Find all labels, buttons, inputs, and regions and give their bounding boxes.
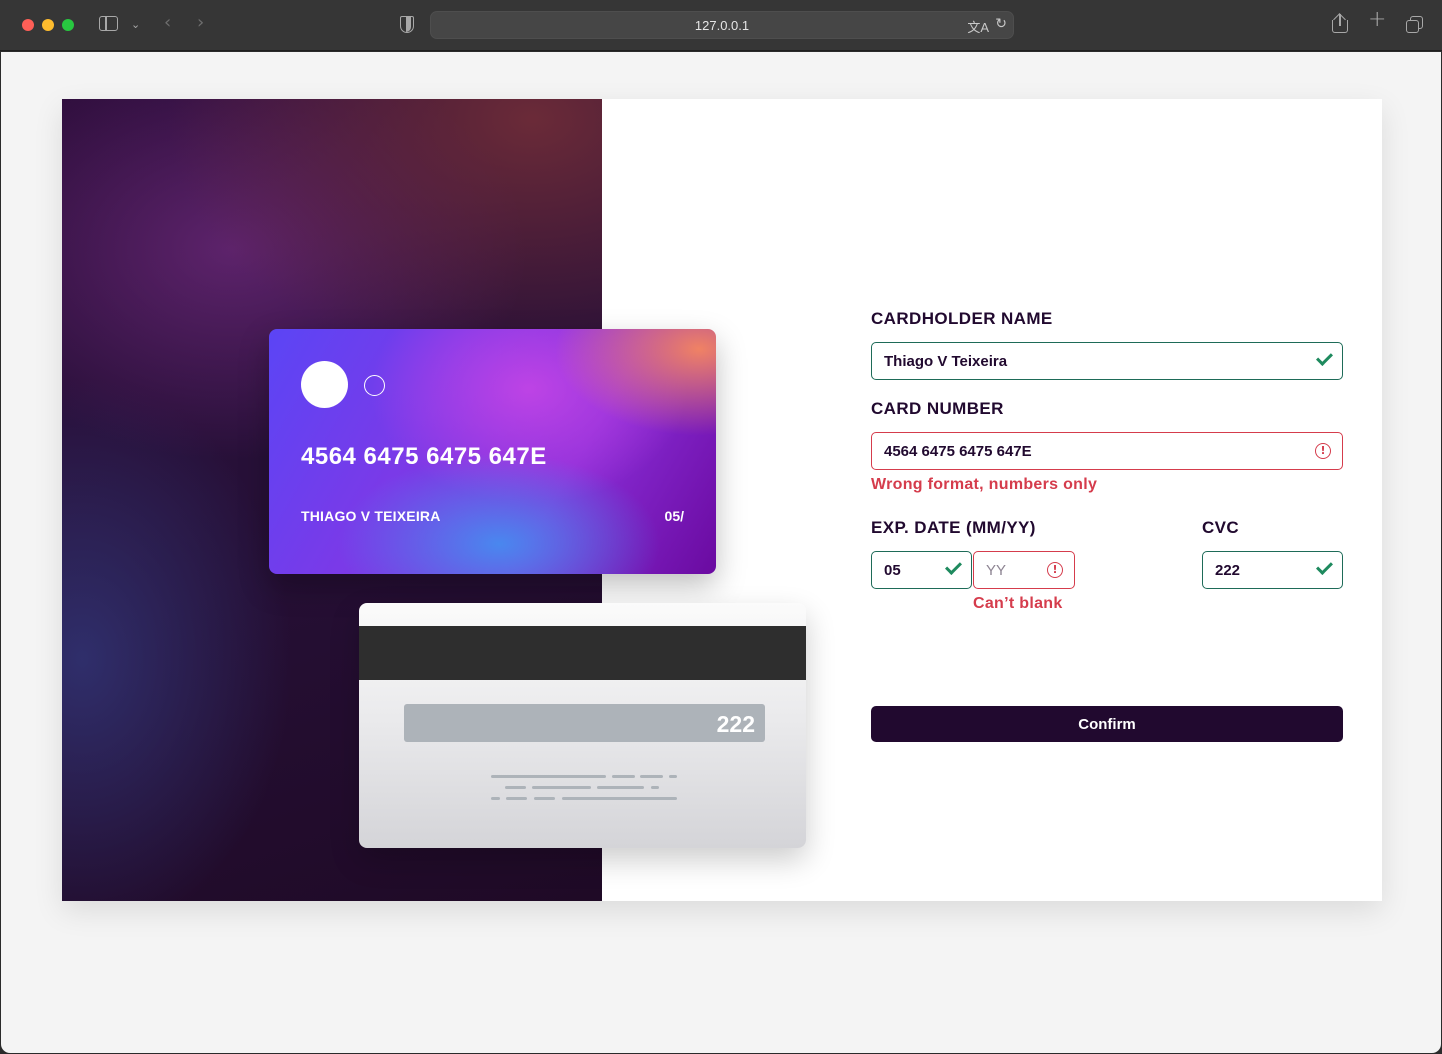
card-number-input[interactable] xyxy=(872,433,1342,469)
card-back-fine-print xyxy=(491,775,677,778)
zoom-window-button[interactable] xyxy=(62,19,74,31)
card-front-expiry: 05/ xyxy=(664,508,684,524)
privacy-shield-icon[interactable] xyxy=(400,16,414,33)
card-back-cvc: 222 xyxy=(716,711,755,737)
sidebar-toggle-icon[interactable] xyxy=(99,16,118,31)
card-back-fine-print xyxy=(491,797,677,800)
card-number-field[interactable]: ! xyxy=(871,432,1343,470)
exp-year-field[interactable]: ! xyxy=(973,551,1075,589)
magnetic-stripe xyxy=(359,626,806,680)
confirm-button[interactable]: Confirm xyxy=(871,706,1343,742)
exp-month-field[interactable] xyxy=(871,551,972,589)
exp-year-error: Can’t blank xyxy=(973,595,1063,612)
card-back-preview: 222 xyxy=(359,603,806,848)
translate-icon[interactable]: 文A xyxy=(967,17,989,36)
cvc-label: CVC xyxy=(1202,518,1240,537)
card-number-error: Wrong format, numbers only xyxy=(871,476,1098,493)
back-arrow-icon[interactable]: ‹ xyxy=(164,14,171,32)
card-logo-ring-icon xyxy=(364,375,385,396)
exp-date-label: EXP. DATE (MM/YY) xyxy=(871,518,1036,537)
url-text[interactable]: 127.0.0.1 xyxy=(431,18,1013,33)
minimize-window-button[interactable] xyxy=(42,19,54,31)
page-viewport: 4564 6475 6475 647E THIAGO V TEIXEIRA 05… xyxy=(1,52,1441,1053)
chevron-down-icon[interactable]: ⌄ xyxy=(131,17,140,33)
share-icon[interactable] xyxy=(1332,13,1348,33)
card-back-fine-print xyxy=(505,786,663,789)
forward-arrow-icon[interactable]: › xyxy=(197,14,204,32)
card-number-label: CARD NUMBER xyxy=(871,399,1004,418)
reload-icon[interactable]: ↻ xyxy=(995,16,1007,32)
card-logo-circle-icon xyxy=(301,361,348,408)
new-tab-icon[interactable]: + xyxy=(1368,9,1386,31)
cvc-field[interactable] xyxy=(1202,551,1343,589)
signature-strip: 222 xyxy=(404,704,765,742)
close-window-button[interactable] xyxy=(22,19,34,31)
cardholder-name-field[interactable] xyxy=(871,342,1343,380)
card-front-preview: 4564 6475 6475 647E THIAGO V TEIXEIRA 05… xyxy=(269,329,716,574)
alert-circle-icon: ! xyxy=(1047,562,1063,578)
alert-circle-icon: ! xyxy=(1315,443,1331,459)
address-bar[interactable]: 127.0.0.1 文A ↻ xyxy=(430,11,1014,39)
cardholder-name-input[interactable] xyxy=(872,343,1342,379)
card-front-holder: THIAGO V TEIXEIRA xyxy=(301,508,441,524)
cardholder-name-label: CARDHOLDER NAME xyxy=(871,309,1053,328)
tab-overview-icon[interactable] xyxy=(1406,16,1423,33)
browser-toolbar: ⌄ ‹ › 127.0.0.1 文A ↻ + xyxy=(0,0,1442,51)
checkout-container: 4564 6475 6475 647E THIAGO V TEIXEIRA 05… xyxy=(62,99,1382,901)
card-front-number: 4564 6475 6475 647E xyxy=(301,443,547,470)
